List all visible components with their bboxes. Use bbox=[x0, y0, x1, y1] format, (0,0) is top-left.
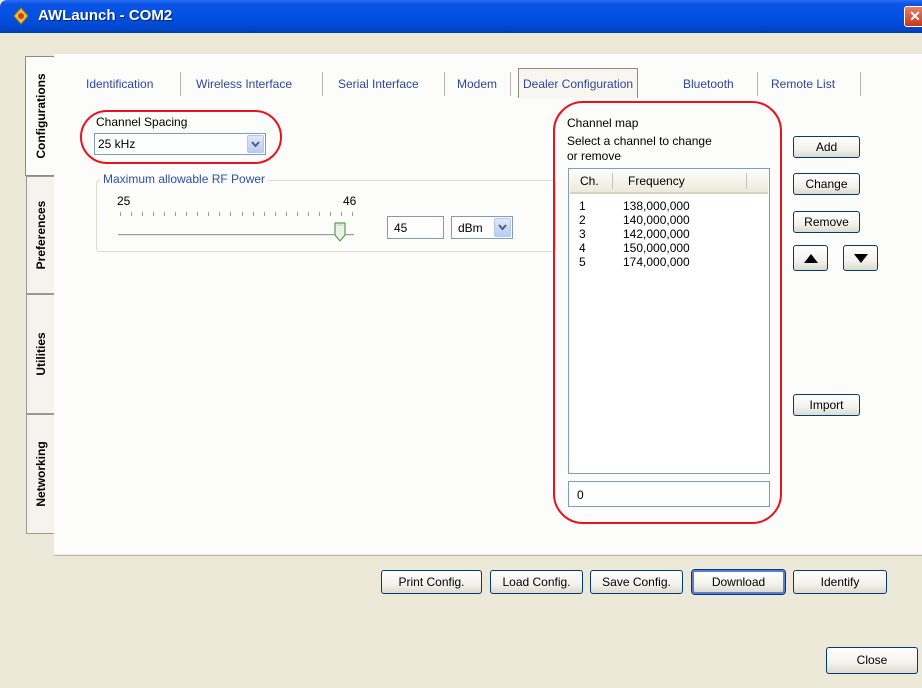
side-tab-networking[interactable]: Networking bbox=[26, 414, 54, 534]
tab-separator bbox=[860, 72, 861, 96]
side-tab-label: Networking bbox=[33, 441, 48, 507]
tab-wireless-interface[interactable]: Wireless Interface bbox=[196, 70, 292, 98]
rf-power-group-title: Maximum allowable RF Power bbox=[100, 172, 269, 186]
slider-tick bbox=[219, 212, 221, 216]
rf-power-input[interactable]: 45 bbox=[387, 216, 444, 239]
slider-tick bbox=[208, 212, 210, 216]
slider-tick bbox=[142, 212, 144, 216]
highlight-oval-channel-map bbox=[553, 101, 782, 524]
side-tab-label: Preferences bbox=[33, 200, 48, 270]
tab-separator bbox=[510, 72, 511, 96]
triangle-up-icon bbox=[804, 254, 818, 263]
slider-max-label: 46 bbox=[343, 194, 357, 208]
side-tab-label: Utilities bbox=[33, 332, 48, 376]
add-button[interactable]: Add bbox=[793, 136, 860, 158]
slider-tick bbox=[175, 212, 177, 216]
print-config-button[interactable]: Print Config. bbox=[381, 570, 482, 594]
side-tab-configurations[interactable]: Configurations bbox=[25, 56, 55, 176]
slider-tick bbox=[352, 212, 353, 216]
tab-separator bbox=[444, 72, 445, 96]
title-bar[interactable]: AWLaunch - COM2 ✕ bbox=[0, 0, 922, 33]
close-button[interactable]: Close bbox=[826, 647, 918, 674]
tab-dealer-configuration[interactable]: Dealer Configuration bbox=[518, 68, 639, 98]
tab-separator bbox=[322, 72, 323, 96]
side-tab-preferences[interactable]: Preferences bbox=[26, 176, 54, 294]
slider-tick bbox=[252, 212, 254, 216]
remove-button[interactable]: Remove bbox=[793, 211, 860, 233]
load-config-button[interactable]: Load Config. bbox=[490, 570, 583, 594]
rf-power-slider-track[interactable] bbox=[118, 234, 354, 237]
slider-min-label: 25 bbox=[117, 194, 131, 208]
slider-tick bbox=[263, 212, 265, 216]
slider-tick bbox=[318, 212, 320, 216]
move-up-button[interactable] bbox=[793, 245, 828, 271]
triangle-down-icon bbox=[854, 254, 868, 263]
move-down-button[interactable] bbox=[843, 245, 878, 271]
tab-remote-list[interactable]: Remote List bbox=[771, 70, 835, 98]
save-config-button[interactable]: Save Config. bbox=[590, 570, 683, 594]
slider-tick bbox=[230, 212, 232, 216]
window-close-button[interactable]: ✕ bbox=[904, 6, 922, 27]
app-icon bbox=[13, 7, 29, 25]
identify-button[interactable]: Identify bbox=[793, 570, 887, 594]
slider-tick bbox=[274, 212, 276, 216]
change-button[interactable]: Change bbox=[793, 173, 860, 195]
slider-tick bbox=[307, 212, 309, 216]
import-button[interactable]: Import bbox=[793, 394, 860, 416]
window-title: AWLaunch - COM2 bbox=[38, 7, 173, 24]
highlight-oval-channel-spacing bbox=[80, 110, 282, 164]
tab-bluetooth[interactable]: Bluetooth bbox=[683, 70, 734, 98]
slider-tick bbox=[120, 212, 121, 216]
tab-separator bbox=[757, 72, 758, 96]
side-tab-utilities[interactable]: Utilities bbox=[26, 294, 54, 414]
rf-power-value: 45 bbox=[394, 221, 408, 235]
tab-serial-interface[interactable]: Serial Interface bbox=[338, 70, 419, 98]
side-tab-label: Configurations bbox=[33, 73, 48, 159]
download-button[interactable]: Download bbox=[691, 569, 786, 595]
tab-modem[interactable]: Modem bbox=[457, 70, 497, 98]
slider-tick bbox=[153, 212, 155, 216]
slider-tick bbox=[186, 212, 188, 216]
slider-tick bbox=[197, 212, 199, 216]
slider-tick bbox=[285, 212, 287, 216]
app-window: AWLaunch - COM2 ✕ Configurations Prefere… bbox=[0, 0, 922, 688]
tab-identification[interactable]: Identification bbox=[86, 70, 153, 98]
slider-tick bbox=[296, 212, 298, 216]
slider-tick bbox=[164, 212, 166, 216]
rf-power-unit-value: dBm bbox=[458, 221, 483, 235]
rf-power-slider-thumb[interactable] bbox=[334, 222, 346, 242]
chevron-down-icon[interactable] bbox=[494, 218, 511, 237]
slider-tick bbox=[241, 212, 243, 216]
tab-separator bbox=[180, 72, 181, 96]
slider-tick bbox=[131, 212, 133, 216]
slider-tick bbox=[329, 212, 331, 216]
slider-tick bbox=[340, 212, 342, 216]
panel-divider bbox=[54, 555, 922, 556]
rf-power-unit-select[interactable]: dBm bbox=[451, 216, 513, 239]
